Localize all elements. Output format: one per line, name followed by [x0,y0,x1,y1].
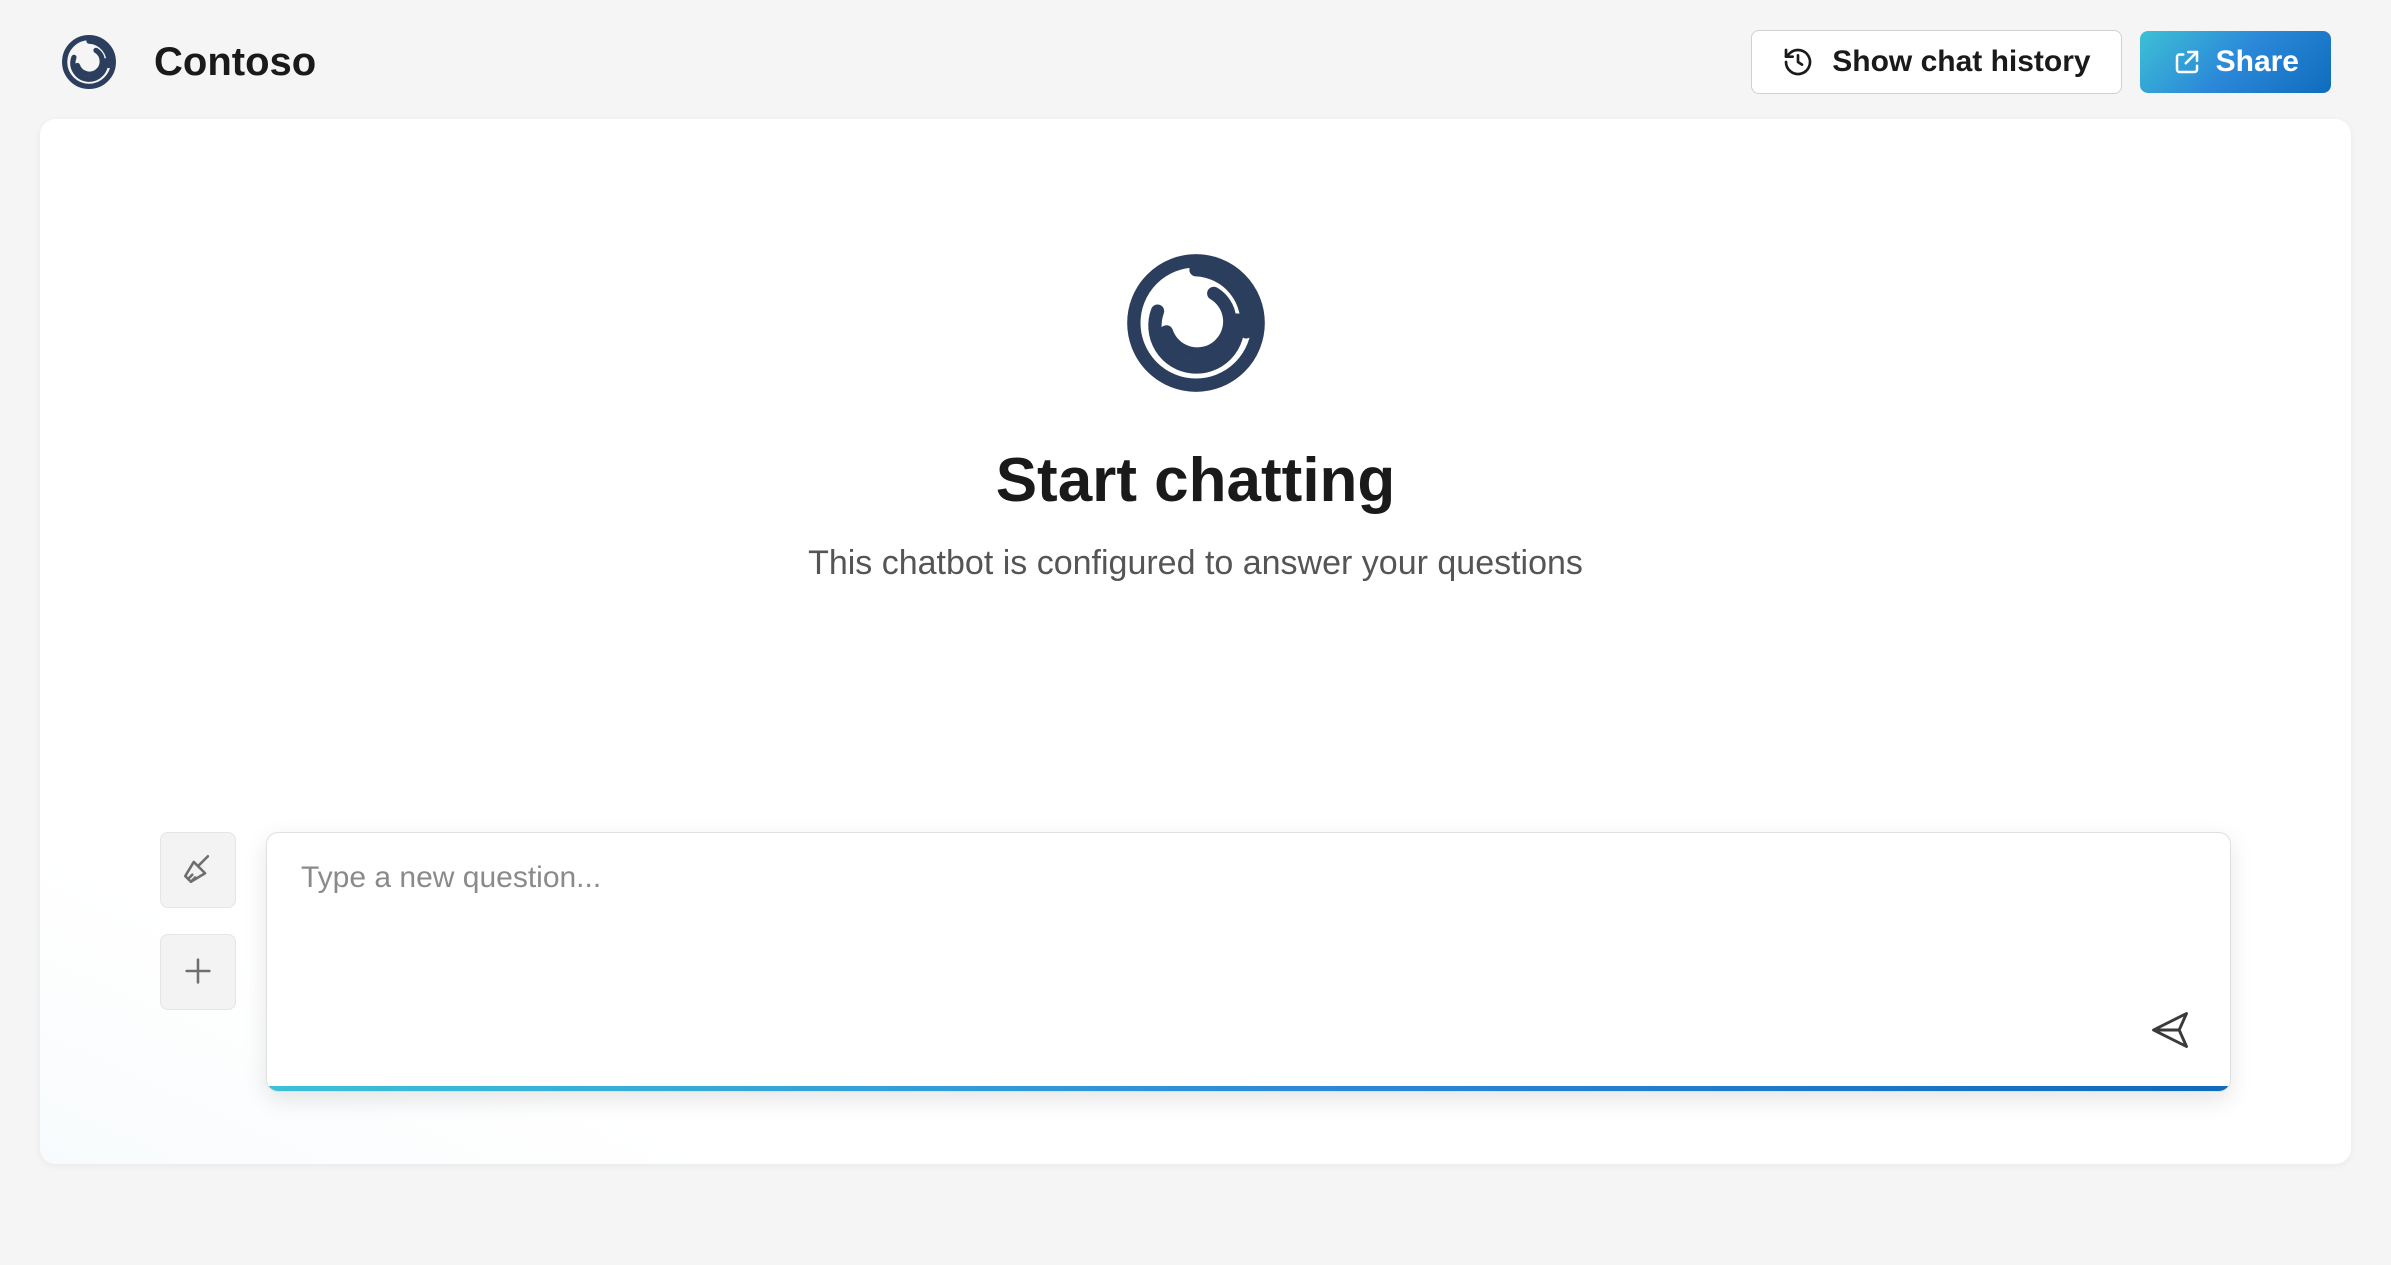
hero-title: Start chatting [996,445,1396,516]
chat-input[interactable] [301,861,2196,929]
header: Contoso Show chat history Share [40,20,2351,119]
hero-section: Start chatting This chatbot is configure… [160,249,2231,832]
input-row [160,832,2231,1092]
share-icon [2172,47,2202,77]
chat-input-container[interactable] [266,832,2231,1092]
swirl-logo-icon [60,33,118,91]
header-right: Show chat history Share [1751,30,2331,94]
plus-icon [181,954,215,991]
add-button[interactable] [160,934,236,1010]
send-icon [2148,1008,2192,1055]
main-card: Start chatting This chatbot is configure… [40,119,2351,1164]
send-button[interactable] [2146,1007,2194,1055]
show-history-button[interactable]: Show chat history [1751,30,2121,94]
hero-swirl-logo-icon [1122,249,1270,397]
hero-subtitle: This chatbot is configured to answer you… [808,544,1583,583]
header-left: Contoso [60,33,316,91]
history-button-label: Show chat history [1832,45,2090,79]
share-button-label: Share [2216,45,2299,79]
history-icon [1782,46,1814,78]
brand-name: Contoso [154,40,316,85]
broom-icon [181,852,215,889]
clear-button[interactable] [160,832,236,908]
side-buttons [160,832,236,1092]
share-button[interactable]: Share [2140,31,2331,93]
